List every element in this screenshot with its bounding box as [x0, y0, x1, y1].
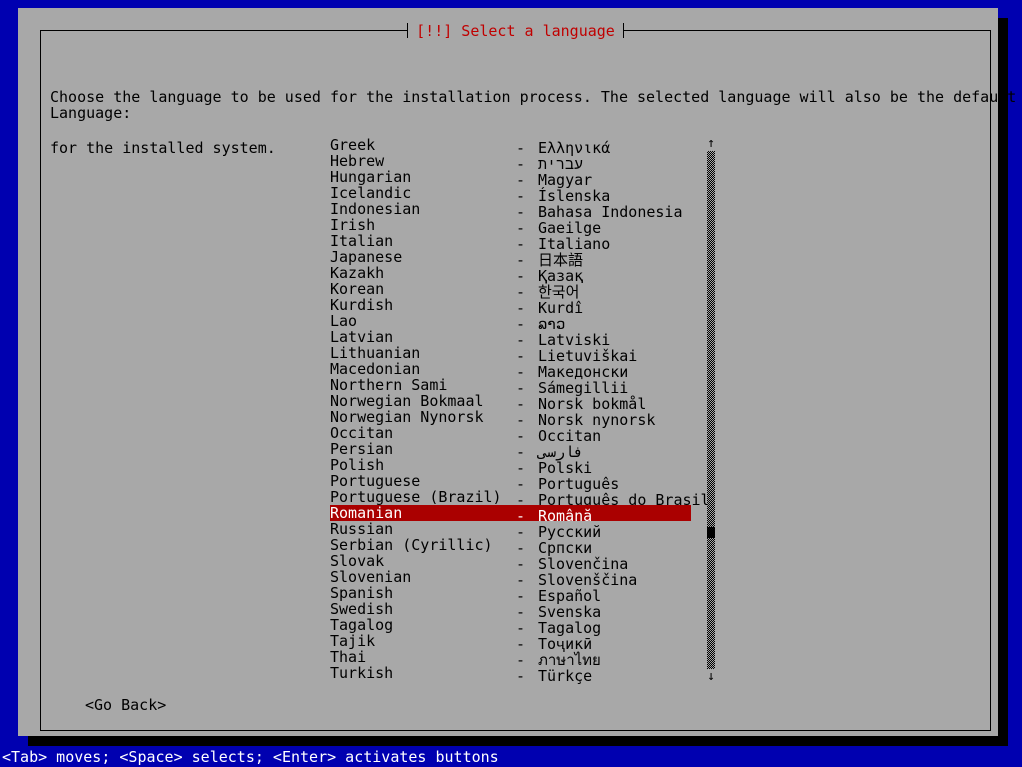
language-name-english: Slovenian — [330, 569, 412, 585]
language-name-english: Portuguese — [330, 473, 421, 489]
language-field-label: Language: — [50, 104, 132, 122]
language-name-english: Norwegian Bokmaal — [330, 393, 484, 409]
language-list-item[interactable]: Norwegian Bokmaal - Norsk bokmål — [330, 393, 691, 412]
language-list-item[interactable]: Portuguese - Português — [330, 473, 691, 492]
language-list-item[interactable]: Northern Sami - Sámegillii — [330, 377, 691, 396]
language-name-english: Greek — [330, 137, 376, 153]
language-list-item[interactable]: Irish - Gaeilge — [330, 217, 691, 236]
language-list-item[interactable]: Kurdish - Kurdî — [330, 297, 691, 316]
language-name-english: Swedish — [330, 601, 394, 617]
language-name-english: Kurdish — [330, 297, 394, 313]
scrollbar-track[interactable] — [707, 151, 715, 669]
language-name-english: Korean — [330, 281, 385, 297]
language-name-english: Russian — [330, 521, 394, 537]
language-name-english: Spanish — [330, 585, 394, 601]
language-name-english: Icelandic — [330, 185, 412, 201]
scroll-down-arrow-icon[interactable]: ↓ — [704, 670, 718, 683]
language-list-item[interactable]: Slovak - Slovenčina — [330, 553, 691, 572]
language-list-item[interactable]: Korean - 한국어 — [330, 281, 691, 300]
language-list-item[interactable]: Persian - فارسی — [330, 441, 691, 460]
language-list[interactable]: Greek - Ελληνικά Hebrew - עברית Hungarian - Magy… — [330, 137, 710, 685]
language-name-english: Serbian (Cyrillic) — [330, 537, 493, 553]
language-list-item[interactable]: Lithuanian - Lietuviškai — [330, 345, 691, 364]
language-name-english: Occitan — [330, 425, 394, 441]
language-list-item[interactable]: Portuguese (Brazil) - Português do Brasil — [330, 489, 710, 508]
language-list-item[interactable]: Hungarian - Magyar — [330, 169, 691, 188]
language-list-item[interactable]: Serbian (Cyrillic) - Српски — [330, 537, 691, 556]
language-list-item[interactable]: Spanish - Español — [330, 585, 691, 604]
language-name-native: Türkçe — [538, 667, 593, 685]
language-list-item[interactable]: Thai - ภาษาไทย — [330, 649, 691, 668]
language-name-english: Lao — [330, 313, 358, 329]
language-name-english: Hungarian — [330, 169, 412, 185]
language-list-item[interactable]: Turkish - Türkçe — [330, 665, 691, 685]
language-list-item[interactable]: Icelandic - Íslenska — [330, 185, 691, 204]
language-list-item[interactable]: Russian - Русский — [330, 521, 691, 540]
language-list-item[interactable]: Swedish - Svenska — [330, 601, 691, 620]
list-scrollbar[interactable]: ↑ ↓ — [704, 137, 718, 683]
language-separator: - — [516, 667, 526, 685]
status-bar-hint: <Tab> moves; <Space> selects; <Enter> ac… — [0, 747, 1022, 767]
language-name-english: Portuguese (Brazil) — [330, 489, 502, 505]
language-name-english: Slovak — [330, 553, 385, 569]
language-name-english: Thai — [330, 649, 367, 665]
language-list-item[interactable]: Slovenian - Slovenščina — [330, 569, 691, 588]
language-name-english: Tajik — [330, 633, 376, 649]
language-list-item[interactable]: Romanian - Română — [330, 505, 691, 524]
language-name-english: Turkish — [330, 665, 394, 681]
go-back-button[interactable]: <Go Back> — [85, 697, 166, 714]
language-name-english: Kazakh — [330, 265, 385, 281]
language-list-item[interactable]: Japanese - 日本語 — [330, 249, 691, 268]
intro-line-1: Choose the language to be used for the i… — [50, 88, 1022, 106]
scroll-up-arrow-icon[interactable]: ↑ — [704, 137, 718, 150]
language-list-item[interactable]: Greek - Ελληνικά — [330, 137, 691, 156]
language-list-item[interactable]: Latvian - Latviski — [330, 329, 691, 348]
language-list-item[interactable]: Italian - Italiano — [330, 233, 691, 252]
language-name-english: Italian — [330, 233, 394, 249]
language-name-english: Japanese — [330, 249, 403, 265]
installer-window: [!!] Select a language Choose the langua… — [18, 8, 1022, 736]
language-list-item[interactable]: Hebrew - עברית — [330, 153, 691, 172]
language-name-english: Tagalog — [330, 617, 394, 633]
language-list-item[interactable]: Tajik - Тоҷикӣ — [330, 633, 691, 652]
language-name-english: Indonesian — [330, 201, 421, 217]
language-name-english: Hebrew — [330, 153, 385, 169]
language-list-item[interactable]: Tagalog - Tagalog — [330, 617, 691, 636]
language-name-english: Latvian — [330, 329, 394, 345]
language-name-english: Polish — [330, 457, 385, 473]
language-name-english: Northern Sami — [330, 377, 448, 393]
language-list-item[interactable]: Kazakh - Қазақ — [330, 265, 691, 284]
language-name-english: Macedonian — [330, 361, 421, 377]
language-list-item[interactable]: Lao - ລາວ — [330, 313, 691, 332]
language-list-item[interactable]: Indonesian - Bahasa Indonesia — [330, 201, 691, 220]
scrollbar-thumb[interactable] — [707, 527, 715, 538]
language-list-item[interactable]: Macedonian - Македонски — [330, 361, 691, 380]
language-list-item[interactable]: Polish - Polski — [330, 457, 691, 476]
language-list-item[interactable]: Occitan - Occitan — [330, 425, 691, 444]
language-name-english: Norwegian Nynorsk — [330, 409, 484, 425]
language-name-english: Persian — [330, 441, 394, 457]
language-name-english: Lithuanian — [330, 345, 421, 361]
language-list-item[interactable]: Norwegian Nynorsk - Norsk nynorsk — [330, 409, 691, 428]
language-name-english: Romanian — [330, 505, 403, 521]
language-name-english: Irish — [330, 217, 376, 233]
